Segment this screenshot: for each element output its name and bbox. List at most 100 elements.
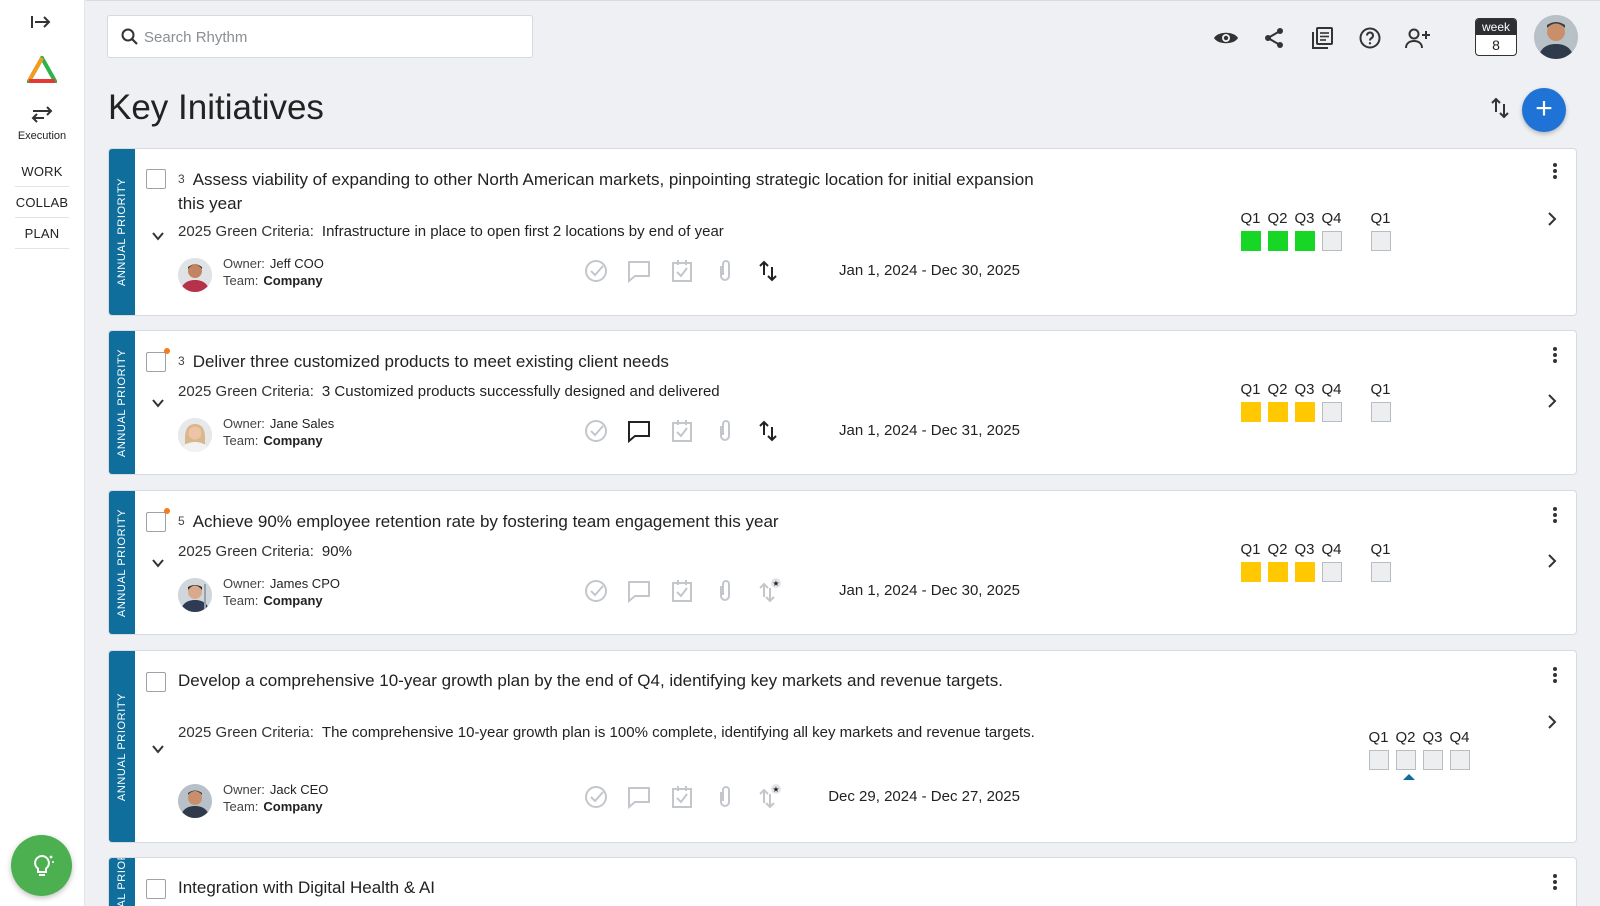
eye-icon[interactable] (1212, 25, 1240, 51)
lightbulb-icon (33, 854, 54, 876)
quarter-status[interactable]: Q1 Q2 Q3 Q4 (1365, 729, 1473, 770)
q3-status[interactable] (1422, 750, 1443, 770)
initiative-checkbox[interactable] (146, 672, 166, 692)
check-circle-icon[interactable] (583, 784, 609, 810)
q2-status[interactable] (1267, 562, 1288, 582)
q1-status[interactable] (1240, 562, 1261, 582)
execution-label: Execution (17, 130, 67, 142)
next-q1-status[interactable] (1370, 562, 1391, 582)
q3-status[interactable] (1294, 562, 1315, 582)
help-icon[interactable] (1356, 25, 1384, 51)
category-stripe: ANNUAL PRIORITY (109, 149, 135, 315)
green-criteria: 2025 Green Criteria: Infrastructure in pl… (178, 223, 724, 240)
comment-icon[interactable] (626, 578, 652, 604)
nav-work[interactable]: WORK (15, 156, 69, 187)
q4-status[interactable] (1321, 562, 1342, 582)
next-q1-status[interactable] (1370, 402, 1391, 422)
page-title: Key Initiatives (108, 88, 324, 127)
q2-status[interactable] (1267, 231, 1288, 251)
more-vertical-icon[interactable] (1552, 506, 1558, 524)
initiative-card[interactable]: ANNUAL PRIORITY Integration with Digital… (108, 857, 1577, 906)
more-vertical-icon[interactable] (1552, 873, 1558, 891)
attachment-icon[interactable] (712, 418, 738, 444)
initiative-card[interactable]: ANNUAL PRIORITY Develop a comprehensive … (108, 650, 1577, 843)
add-user-icon[interactable] (1404, 25, 1432, 51)
task-icon[interactable] (669, 418, 695, 444)
initiative-checkbox[interactable] (146, 348, 170, 372)
initiative-title[interactable]: 5 Achieve 90% employee retention rate by … (178, 509, 1056, 534)
share-icon[interactable] (1260, 25, 1288, 51)
search-input[interactable] (144, 24, 524, 50)
alignment-starred-icon[interactable]: ★ (755, 784, 781, 810)
chevron-down-icon[interactable] (151, 396, 165, 410)
category-stripe: ANNUAL PRIORITY (109, 331, 135, 474)
initiative-card[interactable]: ANNUAL PRIORITY 3 Assess viability of exp… (108, 148, 1577, 316)
check-circle-icon[interactable] (583, 578, 609, 604)
task-icon[interactable] (669, 784, 695, 810)
initiative-checkbox[interactable] (146, 879, 166, 899)
week-indicator[interactable]: week 8 (1475, 18, 1517, 56)
sort-icon[interactable] (1488, 96, 1516, 124)
alignment-starred-icon[interactable]: ★ (755, 578, 781, 604)
initiative-checkbox[interactable] (146, 169, 166, 189)
q3-status[interactable] (1294, 231, 1315, 251)
initiative-title[interactable]: 3 Assess viability of expanding to other … (178, 167, 1056, 216)
quarter-status[interactable]: Q1 Q2 Q3 Q4 Q1 (1237, 210, 1394, 251)
q3-status[interactable] (1294, 402, 1315, 422)
chevron-right-icon[interactable] (1546, 211, 1558, 227)
task-icon[interactable] (669, 258, 695, 284)
q4-status[interactable] (1321, 402, 1342, 422)
next-q1-status[interactable] (1370, 231, 1391, 251)
user-avatar[interactable] (1534, 15, 1578, 59)
execution-nav[interactable]: Execution (0, 104, 84, 142)
initiative-title[interactable]: Integration with Digital Health & AI (178, 876, 1056, 900)
action-icons: ★ (583, 784, 793, 810)
more-vertical-icon[interactable] (1552, 346, 1558, 364)
q4-status[interactable] (1321, 231, 1342, 251)
rhythm-logo[interactable] (25, 53, 59, 86)
initiative-title[interactable]: Develop a comprehensive 10-year growth p… (178, 669, 1056, 693)
tips-lightbulb-button[interactable] (11, 835, 72, 896)
q2-status[interactable] (1267, 402, 1288, 422)
q1-status[interactable] (1240, 231, 1261, 251)
chevron-down-icon[interactable] (151, 556, 165, 570)
chevron-right-icon[interactable] (1546, 393, 1558, 409)
attachment-icon[interactable] (712, 578, 738, 604)
chevron-down-icon[interactable] (151, 229, 165, 243)
chevron-down-icon[interactable] (151, 742, 165, 756)
comment-icon[interactable] (626, 784, 652, 810)
expand-rail-icon[interactable] (30, 14, 56, 34)
nav-plan[interactable]: PLAN (15, 218, 69, 249)
initiative-card[interactable]: ANNUAL PRIORITY 3 Deliver three customize… (108, 330, 1577, 475)
q1-status[interactable] (1368, 750, 1389, 770)
search-box[interactable] (107, 15, 533, 58)
quarter-status[interactable]: Q1 Q2 Q3 Q4 Q1 (1237, 381, 1394, 422)
initiative-checkbox[interactable] (146, 508, 170, 532)
attachment-icon[interactable] (712, 258, 738, 284)
q4-status[interactable] (1449, 750, 1470, 770)
attachment-icon[interactable] (712, 784, 738, 810)
task-icon[interactable] (669, 578, 695, 604)
chevron-right-icon[interactable] (1546, 553, 1558, 569)
quarter-status[interactable]: Q1 Q2 Q3 Q4 Q1 (1237, 541, 1394, 582)
more-vertical-icon[interactable] (1552, 666, 1558, 684)
q2-status[interactable] (1395, 750, 1416, 770)
add-initiative-button[interactable]: + (1522, 88, 1566, 132)
more-vertical-icon[interactable] (1552, 162, 1558, 180)
owner-name: Jane Sales (269, 416, 335, 431)
chevron-right-icon[interactable] (1546, 714, 1558, 730)
check-circle-icon[interactable] (583, 418, 609, 444)
comment-icon[interactable] (626, 258, 652, 284)
comment-icon[interactable] (626, 418, 652, 444)
alignment-icon[interactable] (755, 258, 781, 284)
initiative-card[interactable]: ANNUAL PRIORITY 5 Achieve 90% employee re… (108, 490, 1577, 635)
owner-info: Owner: Jeff COO Team: Company (223, 256, 324, 288)
q1-status[interactable] (1240, 402, 1261, 422)
execution-icon (31, 106, 53, 123)
alignment-icon[interactable] (755, 418, 781, 444)
team-name: Company (263, 273, 323, 288)
nav-collab[interactable]: COLLAB (15, 187, 69, 218)
library-icon[interactable] (1308, 25, 1336, 51)
check-circle-icon[interactable] (583, 258, 609, 284)
initiative-title[interactable]: 3 Deliver three customized products to me… (178, 349, 1056, 374)
